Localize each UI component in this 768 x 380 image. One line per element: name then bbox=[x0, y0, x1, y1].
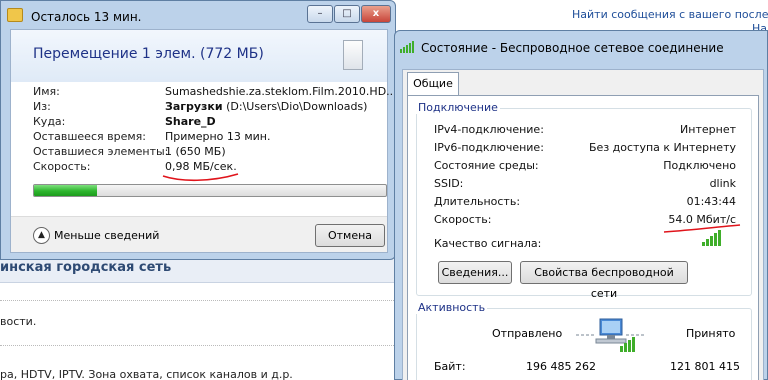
row-label: Длительность: bbox=[434, 195, 521, 208]
received-label: Принято bbox=[686, 327, 736, 340]
signal-bar bbox=[714, 233, 717, 246]
row-label: Состояние среды: bbox=[434, 159, 539, 172]
signal-bar bbox=[702, 242, 705, 246]
ipv4-value: Интернет bbox=[680, 123, 736, 136]
less-details-label: Меньше сведений bbox=[54, 229, 160, 242]
details-button[interactable]: Сведения... bbox=[438, 261, 512, 284]
ipv6-value: Без доступа к Интернету bbox=[589, 141, 736, 154]
progress-fill bbox=[34, 185, 98, 196]
row-label: Скорость: bbox=[33, 160, 91, 173]
tab-general[interactable]: Общие bbox=[407, 72, 459, 96]
row-label: IPv4-подключение: bbox=[434, 123, 544, 136]
duration-value: 01:43:44 bbox=[686, 195, 736, 208]
copy-operation-title: Перемещение 1 элем. (772 МБ) bbox=[33, 46, 264, 62]
row-label: Имя: bbox=[33, 85, 60, 98]
bytes-received-value: 121 801 415 bbox=[670, 360, 740, 373]
red-underline-annotation bbox=[162, 173, 239, 182]
wireless-properties-button[interactable]: Свойства беспроводной сети bbox=[520, 261, 688, 300]
chevron-up-icon: ▲ bbox=[33, 227, 50, 244]
status-window-title: Состояние - Беспроводное сетевое соедине… bbox=[421, 41, 724, 55]
forum-text-line: ра, HDTV, IPTV. Зона охвата, список кана… bbox=[0, 368, 293, 380]
maximize-button[interactable]: □ bbox=[334, 5, 360, 23]
time-left-value: Примерно 13 мин. bbox=[165, 130, 271, 143]
signal-bar bbox=[718, 230, 721, 246]
signal-bar bbox=[710, 236, 713, 246]
activity-group-label: Активность bbox=[416, 301, 488, 314]
forum-heading[interactable]: инская городская сеть bbox=[0, 260, 171, 275]
from-value[interactable]: Загрузки (D:\Users\Dio\Downloads) bbox=[165, 100, 367, 113]
connection-group-label: Подключение bbox=[416, 101, 500, 114]
folder-icon bbox=[7, 8, 23, 22]
row-label: Скорость: bbox=[434, 213, 492, 226]
media-state-value: Подключено bbox=[663, 159, 736, 172]
general-panel: Подключение IPv4-подключение: Интернет I… bbox=[407, 95, 759, 380]
items-left-value: 1 (650 МБ) bbox=[165, 145, 226, 158]
network-computers-icon bbox=[576, 318, 646, 352]
signal-quality-indicator bbox=[702, 230, 721, 246]
sent-label: Отправлено bbox=[492, 327, 563, 340]
row-label: IPv6-подключение: bbox=[434, 141, 544, 154]
file-icon bbox=[343, 40, 363, 70]
to-folder-name[interactable]: Share_D bbox=[165, 115, 216, 128]
copy-window-title: Осталось 13 мин. bbox=[31, 10, 142, 24]
less-details-button[interactable]: ▲ Меньше сведений bbox=[33, 227, 159, 244]
row-label: Качество сигнала: bbox=[434, 237, 542, 250]
to-value[interactable]: Share_D bbox=[165, 115, 216, 128]
divider bbox=[0, 345, 400, 346]
divider bbox=[0, 300, 400, 301]
row-label: Из: bbox=[33, 100, 51, 113]
copy-header: Перемещение 1 элем. (772 МБ) bbox=[11, 30, 387, 82]
find-messages-link[interactable]: Найти сообщения с вашего послед bbox=[572, 8, 768, 21]
row-label: Оставшиеся элементы: bbox=[33, 145, 169, 158]
minimize-button[interactable]: – bbox=[307, 5, 333, 23]
forum-text-line: вости. bbox=[0, 315, 37, 328]
row-label: Куда: bbox=[33, 115, 66, 128]
copy-footer: ▲ Меньше сведений Отмена bbox=[11, 216, 387, 252]
from-path: (D:\Users\Dio\Downloads) bbox=[222, 100, 368, 113]
copy-progress-window: Осталось 13 мин. – □ x Перемещение 1 эле… bbox=[0, 0, 397, 260]
row-label: SSID: bbox=[434, 177, 464, 190]
copy-dialog-body: Перемещение 1 элем. (772 МБ) Имя: Sumash… bbox=[10, 29, 397, 253]
bytes-sent-value: 196 485 262 bbox=[526, 360, 596, 373]
from-folder-name[interactable]: Загрузки bbox=[165, 100, 223, 113]
copy-progress-bar bbox=[33, 184, 387, 197]
row-label: Оставшееся время: bbox=[33, 130, 146, 143]
ssid-value: dlink bbox=[709, 177, 736, 190]
cancel-button[interactable]: Отмена bbox=[315, 224, 385, 247]
signal-bar bbox=[706, 239, 709, 246]
bytes-label: Байт: bbox=[434, 360, 466, 373]
wireless-status-window: Состояние - Беспроводное сетевое соедине… bbox=[394, 30, 768, 380]
copy-titlebar[interactable]: Осталось 13 мин. – □ x bbox=[1, 1, 395, 29]
close-button[interactable]: x bbox=[361, 5, 391, 23]
status-dialog-body: Общие Подключение IPv4-подключение: Инте… bbox=[402, 69, 764, 380]
signal-bars-icon bbox=[400, 41, 414, 53]
file-name-value: Sumashedshie.za.steklom.Film.2010.HD... bbox=[165, 85, 397, 98]
